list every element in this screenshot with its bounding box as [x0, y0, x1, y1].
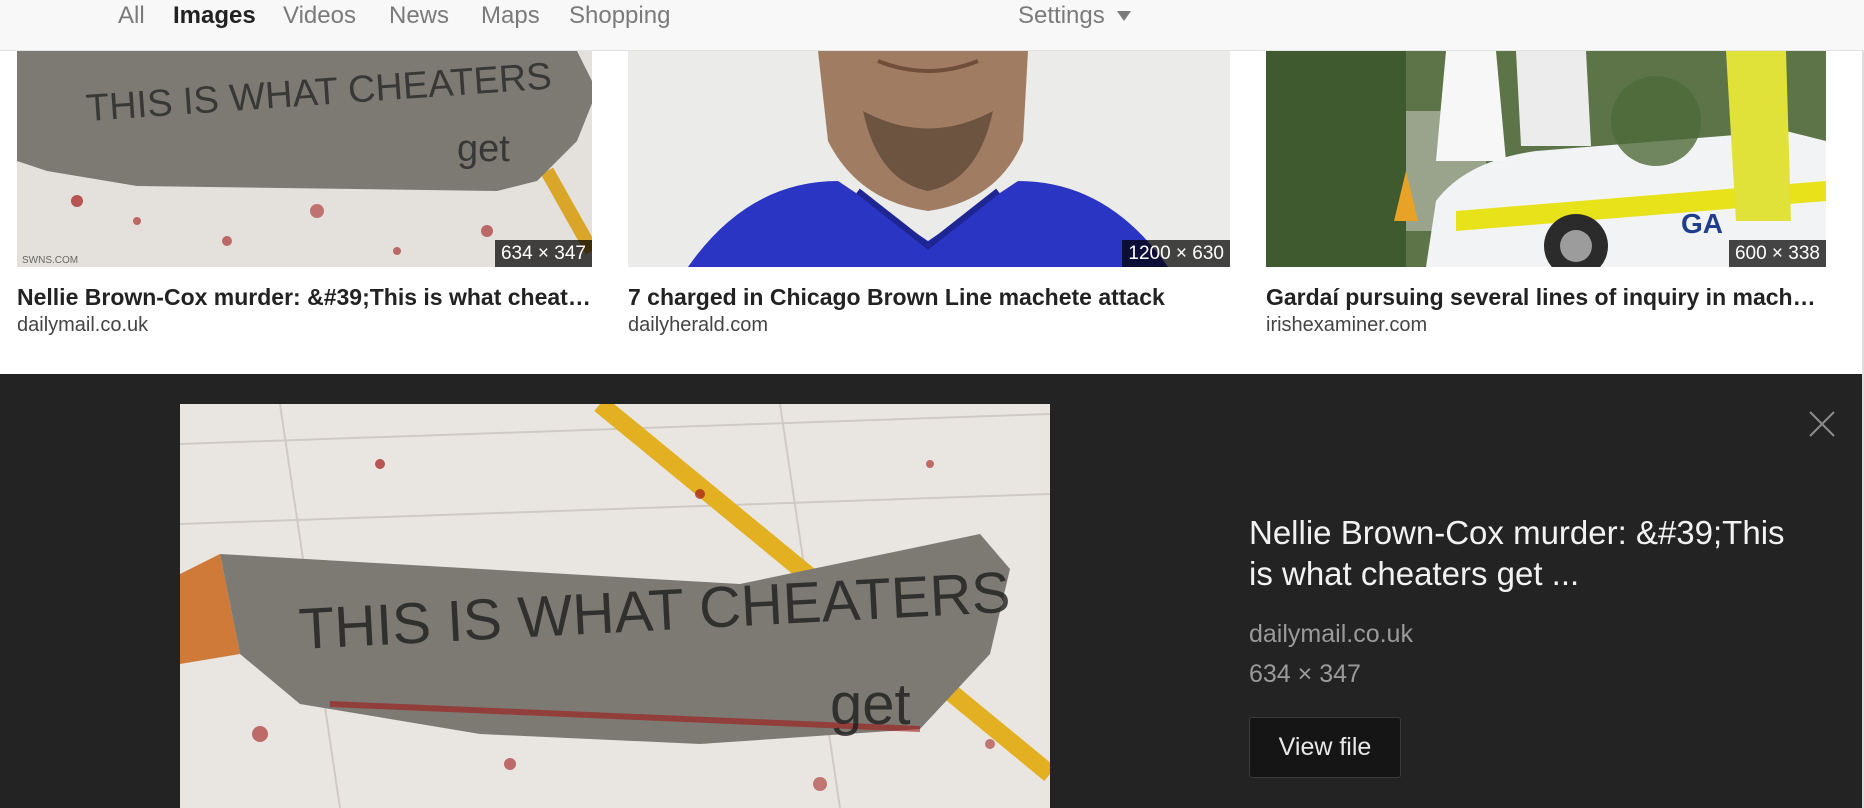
image-result-1[interactable]: THIS IS WHAT CHEATERS get SWNS.COM 634 ×…	[17, 51, 592, 337]
top-nav: All Images Videos News Maps Shopping Set…	[0, 0, 1864, 51]
image-result-3[interactable]: GA 600 × 338 Gardaí pursuing several lin…	[1266, 51, 1826, 337]
result-thumbnail[interactable]: 1200 × 630	[628, 51, 1230, 267]
dimensions-badge: 600 × 338	[1728, 240, 1826, 267]
settings-dropdown[interactable]: Settings	[1018, 2, 1131, 30]
caret-down-icon	[1116, 11, 1131, 21]
preview-source[interactable]: dailymail.co.uk	[1249, 620, 1413, 649]
result-title[interactable]: Nellie Brown-Cox murder: &#39;This is wh…	[17, 283, 592, 311]
image-result-2[interactable]: 1200 × 630 7 charged in Chicago Brown Li…	[628, 51, 1230, 337]
result-source[interactable]: dailyherald.com	[628, 313, 1230, 337]
tab-shopping[interactable]: Shopping	[569, 2, 670, 30]
tab-videos[interactable]: Videos	[283, 2, 356, 30]
result-thumbnail[interactable]: GA 600 × 338	[1266, 51, 1826, 267]
blade-writing-2: get	[457, 128, 510, 170]
preview-image[interactable]: THIS IS WHAT CHEATERS get	[180, 404, 1050, 808]
tab-images[interactable]: Images	[173, 2, 256, 30]
result-thumbnail[interactable]: THIS IS WHAT CHEATERS get SWNS.COM 634 ×…	[17, 51, 592, 267]
dimensions-badge: 1200 × 630	[1122, 240, 1230, 267]
watermark-text: SWNS.COM	[22, 255, 78, 266]
result-source[interactable]: dailymail.co.uk	[17, 313, 592, 337]
dimensions-badge: 634 × 347	[494, 240, 592, 267]
preview-blade-writing-2: get	[830, 672, 911, 737]
result-title[interactable]: Gardaí pursuing several lines of inquiry…	[1266, 283, 1826, 311]
view-file-button[interactable]: View file	[1249, 717, 1401, 778]
preview-dimensions: 634 × 347	[1249, 660, 1361, 688]
close-icon[interactable]	[1808, 410, 1836, 438]
preview-title[interactable]: Nellie Brown-Cox murder: &#39;This is wh…	[1249, 512, 1809, 594]
tab-all[interactable]: All	[118, 2, 145, 30]
tab-maps[interactable]: Maps	[481, 2, 540, 30]
result-source[interactable]: irishexaminer.com	[1266, 313, 1826, 337]
car-lettering: GA	[1681, 208, 1723, 239]
result-title[interactable]: 7 charged in Chicago Brown Line machete …	[628, 283, 1230, 311]
tab-news[interactable]: News	[389, 2, 449, 30]
settings-label: Settings	[1018, 2, 1105, 29]
